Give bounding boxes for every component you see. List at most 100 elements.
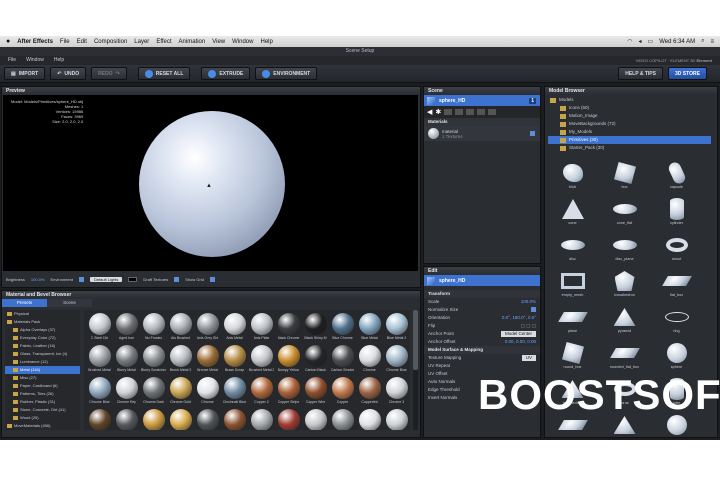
color-swatch[interactable] bbox=[128, 276, 138, 282]
lights-dropdown[interactable]: Default Lights bbox=[89, 276, 123, 282]
material-item[interactable]: Blue Metal bbox=[357, 313, 382, 343]
wifi-icon[interactable]: ◠ bbox=[627, 38, 632, 45]
model-item[interactable]: cone_flat bbox=[600, 197, 649, 230]
model-tree-item[interactable]: MoveBackgrounds (72) bbox=[548, 120, 711, 128]
model-item[interactable]: pyramid bbox=[600, 305, 649, 338]
material-item[interactable]: Blurry Metal bbox=[114, 345, 139, 375]
tab-scene[interactable]: Scene bbox=[47, 299, 92, 307]
material-item[interactable]: Copper Wire bbox=[303, 377, 328, 407]
material-item[interactable]: Brushed Metal 2 bbox=[249, 345, 274, 375]
model-item[interactable]: empty_mesh bbox=[548, 269, 597, 302]
model-item[interactable]: box bbox=[600, 161, 649, 194]
material-item[interactable]: Bronze Metal bbox=[195, 345, 220, 375]
orientation-row[interactable]: Orientation 0.0°, 180.0°, 0.0° bbox=[424, 314, 540, 322]
group-slot-1[interactable] bbox=[444, 109, 453, 115]
mac-menu-view[interactable]: View bbox=[212, 39, 225, 45]
material-item[interactable]: Black Chrome bbox=[276, 313, 301, 343]
material-item[interactable]: Metal Plate bbox=[249, 409, 274, 430]
mac-menu-layer[interactable]: Layer bbox=[134, 39, 149, 45]
draft-textures-checkbox[interactable] bbox=[174, 276, 180, 282]
group-slot-3[interactable] bbox=[466, 109, 475, 115]
normalize-size-row[interactable]: Normalize Size bbox=[424, 306, 540, 314]
tree-item[interactable]: Misc (27) bbox=[5, 374, 80, 382]
material-item[interactable]: Bumpy Yellow bbox=[276, 345, 301, 375]
model-item[interactable]: blob bbox=[548, 161, 597, 194]
material-item[interactable]: Alu Frosted bbox=[141, 313, 166, 343]
edit-object-row[interactable]: sphere_HD bbox=[424, 275, 540, 286]
model-item[interactable]: flat_box bbox=[652, 269, 701, 302]
model-item[interactable]: icosahedron bbox=[600, 269, 649, 302]
app-name[interactable]: After Effects bbox=[17, 39, 53, 45]
material-item[interactable]: Chrome Dark bbox=[141, 377, 166, 407]
material-item[interactable]: Platinum bbox=[357, 409, 382, 430]
brightness-value[interactable]: 100.0% bbox=[31, 277, 45, 282]
material-scrollbar[interactable] bbox=[413, 310, 418, 430]
model-tree-item[interactable]: Primitives (30) bbox=[548, 136, 711, 144]
scene-object-row[interactable]: sphere_HD 1 bbox=[424, 95, 540, 106]
material-item[interactable]: Copper 2 bbox=[249, 377, 274, 407]
apple-icon[interactable]: ● bbox=[6, 38, 10, 45]
model-item[interactable]: sphere bbox=[652, 341, 701, 374]
model-tree-item[interactable]: Models bbox=[548, 96, 711, 104]
plugin-menu-window[interactable]: Window bbox=[26, 56, 44, 65]
material-item[interactable]: Dark Steel bbox=[114, 409, 139, 430]
model-item[interactable]: round_box bbox=[548, 341, 597, 374]
material-item[interactable]: Chrome Blue bbox=[87, 377, 112, 407]
tree-item[interactable]: Alpha Overlays (37) bbox=[5, 326, 80, 334]
mac-menu-window[interactable]: Window bbox=[232, 39, 253, 45]
mac-menu-file[interactable]: File bbox=[60, 39, 70, 45]
group-slot-5[interactable] bbox=[488, 109, 497, 115]
material-item[interactable]: Anis Plate bbox=[249, 313, 274, 343]
volume-icon[interactable]: ◂ bbox=[639, 38, 642, 45]
flip-checkboxes[interactable]: ▢ ▢ ▢ bbox=[521, 322, 536, 330]
material-visible-checkbox[interactable] bbox=[530, 131, 535, 136]
search-icon[interactable]: ⌕ bbox=[701, 38, 704, 45]
mac-menu-composition[interactable]: Composition bbox=[94, 39, 127, 45]
tree-item[interactable]: Paper, Cardboard (6) bbox=[5, 382, 80, 390]
tree-item[interactable]: Physical bbox=[5, 310, 80, 318]
material-item[interactable]: Carbon Smoke bbox=[330, 345, 355, 375]
mac-menu-edit[interactable]: Edit bbox=[77, 39, 87, 45]
menu-list-icon[interactable]: ≡ bbox=[710, 39, 714, 45]
material-item[interactable]: Chrome 3 bbox=[384, 377, 409, 407]
preview-viewport[interactable]: Model: Models/Primitives/sphere_HD.obj M… bbox=[3, 95, 418, 271]
flip-row[interactable]: Flip ▢ ▢ ▢ bbox=[424, 322, 540, 330]
model-tree-item[interactable]: Starter_Pack (30) bbox=[548, 144, 711, 152]
extrude-button[interactable]: EXTRUDE bbox=[201, 67, 251, 80]
material-item[interactable]: Chrome Gold bbox=[168, 377, 193, 407]
material-item[interactable]: Copper Stripe bbox=[276, 377, 301, 407]
reset-all-button[interactable]: RESET ALL bbox=[137, 67, 191, 80]
tree-item[interactable]: Everyday Color (72) bbox=[5, 334, 80, 342]
environment-button[interactable]: ENVIRONMENT bbox=[255, 67, 318, 80]
sphere-model[interactable] bbox=[139, 111, 285, 257]
material-item[interactable]: Aged Iron bbox=[114, 313, 139, 343]
material-item[interactable]: Nickel bbox=[303, 409, 328, 430]
tree-item[interactable]: Glass, Transparent, Ice (4) bbox=[5, 350, 80, 358]
model-item[interactable]: disc bbox=[548, 233, 597, 266]
material-item[interactable]: Brush Metal 3 bbox=[168, 345, 193, 375]
group-slot-2[interactable] bbox=[455, 109, 464, 115]
material-item[interactable]: Blue Metal 2 bbox=[384, 313, 409, 343]
anchor-offset-row[interactable]: Anchor Offset 0.00, 0.00, 0.00 bbox=[424, 338, 540, 346]
tree-item[interactable]: Fabric, Leather (16) bbox=[5, 342, 80, 350]
model-tree-item[interactable]: Icons (50) bbox=[548, 104, 711, 112]
group-slot-4[interactable] bbox=[477, 109, 486, 115]
model-item[interactable]: capsule bbox=[652, 161, 701, 194]
material-item[interactable]: Iron Rust bbox=[222, 409, 247, 430]
gear-icon[interactable]: ✱ bbox=[435, 108, 441, 116]
3d-store-button[interactable]: 3D STORE bbox=[667, 67, 707, 80]
import-button[interactable]: ▤ IMPORT bbox=[4, 67, 46, 80]
plugin-menu-file[interactable]: File bbox=[8, 56, 16, 65]
model-item[interactable]: ring bbox=[652, 305, 701, 338]
material-item[interactable]: Black Shiny M bbox=[303, 313, 328, 343]
material-item[interactable]: Gold Blur bbox=[141, 409, 166, 430]
material-item[interactable]: Carbon Black bbox=[303, 345, 328, 375]
material-item[interactable]: Blue Chrome bbox=[330, 313, 355, 343]
clock[interactable]: Wed 6:34 AM bbox=[659, 39, 695, 45]
material-item[interactable]: Pewter bbox=[330, 409, 355, 430]
material-item[interactable]: Silver bbox=[384, 409, 409, 430]
anchor-point-row[interactable]: Anchor Point Model Center bbox=[424, 330, 540, 338]
redo-button[interactable]: REDO ↷ bbox=[91, 67, 127, 80]
plugin-menu-help[interactable]: Help bbox=[54, 56, 64, 65]
tree-item[interactable]: Rubber, Plastic (31) bbox=[5, 398, 80, 406]
